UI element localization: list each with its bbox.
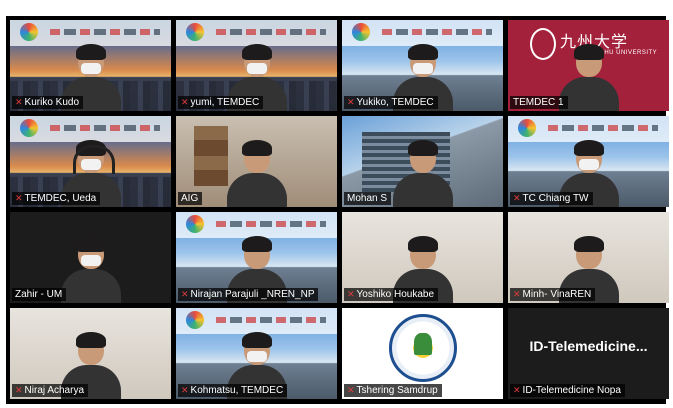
sponsor-logos xyxy=(50,29,160,35)
participant-name: Yukiko, TEMDEC xyxy=(356,97,434,108)
participant-name-label: ✕ Kuriko Kudo xyxy=(12,96,84,109)
participant-name-label: ✕ Yoshiko Houkabe xyxy=(344,288,439,301)
mic-muted-icon: ✕ xyxy=(347,385,355,395)
participant-name-label: TEMDEC 1 xyxy=(510,96,568,109)
participant-display-name: ID-Telemedicine... xyxy=(529,338,648,354)
mic-muted-icon: ✕ xyxy=(513,193,521,203)
participant-name: yumi, TEMDEC xyxy=(190,97,260,108)
participant-name-label: AIG xyxy=(178,192,203,205)
sponsor-logos xyxy=(548,125,658,131)
sponsor-logos xyxy=(216,29,326,35)
participant-name-label: ✕ Tshering Samdrup xyxy=(344,384,442,397)
event-logo-icon xyxy=(186,23,204,41)
participant-tile[interactable]: ✕ Nirajan Parajuli _NREN_NP xyxy=(176,212,337,303)
participant-tile[interactable]: ✕ Tshering Samdrup xyxy=(342,308,503,399)
event-logo-icon xyxy=(186,311,204,329)
event-logo-icon xyxy=(352,23,370,41)
participant-name-label: ✕ Niraj Acharya xyxy=(12,384,89,397)
participant-tile[interactable]: ✕ TC Chiang TW xyxy=(508,116,669,207)
participant-name: TC Chiang TW xyxy=(522,193,589,204)
university-crest-icon xyxy=(530,28,556,60)
participant-tile[interactable]: ✕ Kuriko Kudo xyxy=(10,20,171,111)
mic-muted-icon: ✕ xyxy=(513,385,521,395)
participant-name-label: ✕ Yukiko, TEMDEC xyxy=(344,96,438,109)
mic-muted-icon: ✕ xyxy=(181,289,189,299)
sponsor-logos xyxy=(382,29,492,35)
participant-name: Minh- VinaREN xyxy=(522,289,592,300)
participant-name: Tshering Samdrup xyxy=(356,385,438,396)
participant-tile[interactable]: ✕ Niraj Acharya xyxy=(10,308,171,399)
sponsor-logos xyxy=(216,221,326,227)
mic-muted-icon: ✕ xyxy=(15,97,23,107)
participant-name-label: ✕ TC Chiang TW xyxy=(510,192,593,205)
video-grid: ✕ Kuriko Kudo ✕ yumi, TEMDEC ✕ Yukiko, TEMDEC… xyxy=(6,16,669,404)
mic-muted-icon: ✕ xyxy=(347,289,355,299)
participant-name: Niraj Acharya xyxy=(24,385,85,396)
mic-muted-icon: ✕ xyxy=(347,97,355,107)
participant-tile[interactable]: ✕ Yoshiko Houkabe xyxy=(342,212,503,303)
participant-name: Kohmatsu, TEMDEC xyxy=(190,385,284,396)
participant-name-label: ✕ Kohmatsu, TEMDEC xyxy=(178,384,288,397)
organization-emblem-icon xyxy=(389,314,457,382)
sponsor-logos xyxy=(216,317,326,323)
mic-muted-icon: ✕ xyxy=(15,385,23,395)
participant-name: TEMDEC, Ueda xyxy=(24,193,97,204)
participant-tile[interactable]: ✕ Kohmatsu, TEMDEC xyxy=(176,308,337,399)
participant-name-label: ✕ TEMDEC, Ueda xyxy=(12,192,101,205)
participant-name: Zahir - UM xyxy=(15,289,63,300)
event-logo-icon xyxy=(186,215,204,233)
participant-name-label: Mohan S xyxy=(344,192,392,205)
participant-tile[interactable]: ✕ yumi, TEMDEC xyxy=(176,20,337,111)
participant-name-label: ✕ ID-Telemedicine Nopa xyxy=(510,384,625,397)
mic-muted-icon: ✕ xyxy=(15,193,23,203)
emblem-figure xyxy=(414,333,432,355)
participant-tile[interactable]: ✕ Minh- VinaREN xyxy=(508,212,669,303)
participant-name: Mohan S xyxy=(347,193,388,204)
participant-video xyxy=(222,137,292,207)
event-logo-icon xyxy=(20,23,38,41)
participant-tile[interactable]: 九州大学 KYUSHU UNIVERSITY TEMDEC 1 xyxy=(508,20,669,111)
participant-name: Yoshiko Houkabe xyxy=(356,289,435,300)
event-logo-icon xyxy=(518,119,536,137)
participant-video xyxy=(388,137,458,207)
participant-name: Nirajan Parajuli _NREN_NP xyxy=(190,289,315,300)
participant-tile[interactable]: ✕ TEMDEC, Ueda xyxy=(10,116,171,207)
participant-name-label: ✕ Nirajan Parajuli _NREN_NP xyxy=(178,288,319,301)
participant-name: Kuriko Kudo xyxy=(24,97,80,108)
participant-name: ID-Telemedicine Nopa xyxy=(522,385,621,396)
participant-name: AIG xyxy=(181,193,199,204)
participant-name-label: ✕ yumi, TEMDEC xyxy=(178,96,264,109)
participant-tile[interactable]: ✕ Yukiko, TEMDEC xyxy=(342,20,503,111)
participant-name: TEMDEC 1 xyxy=(513,97,564,108)
mic-muted-icon: ✕ xyxy=(181,97,189,107)
mic-muted-icon: ✕ xyxy=(181,385,189,395)
sponsor-logos xyxy=(50,125,160,131)
participant-tile[interactable]: Mohan S xyxy=(342,116,503,207)
mic-muted-icon: ✕ xyxy=(513,289,521,299)
participant-name-label: Zahir - UM xyxy=(12,288,67,301)
participant-tile[interactable]: ID-Telemedicine... ✕ ID-Telemedicine Nopa xyxy=(508,308,669,399)
participant-tile[interactable]: Zahir - UM xyxy=(10,212,171,303)
event-logo-icon xyxy=(20,119,38,137)
participant-name-label: ✕ Minh- VinaREN xyxy=(510,288,596,301)
participant-tile[interactable]: AIG xyxy=(176,116,337,207)
